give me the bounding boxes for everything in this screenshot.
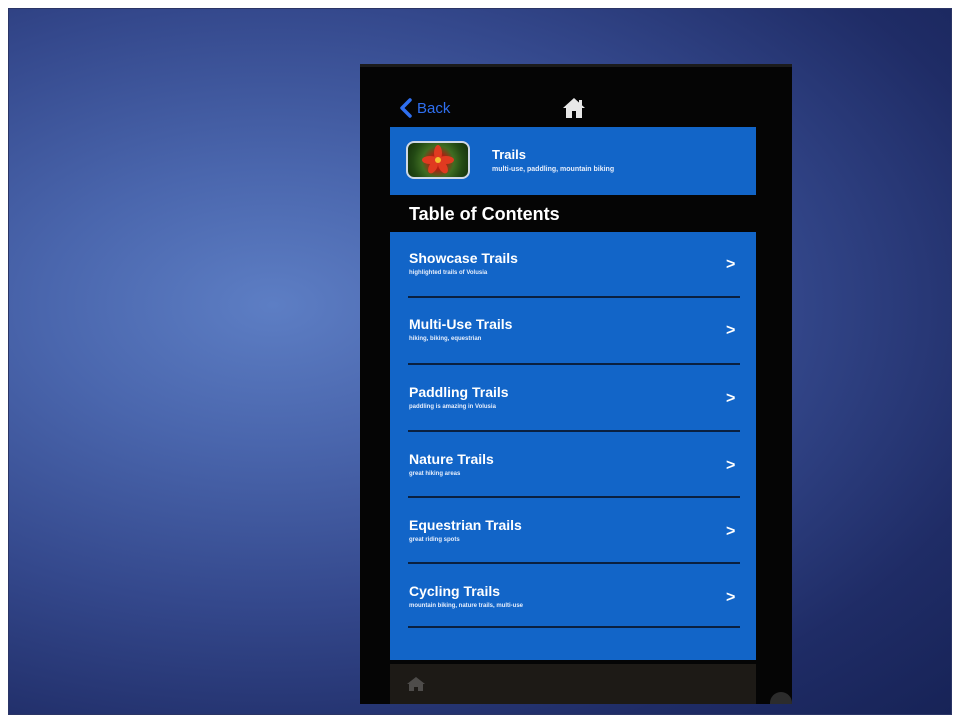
list-item-subtitle: highlighted trails of Volusia: [409, 270, 488, 276]
list-item-equestrian-trails[interactable]: Equestrian Trails great riding spots >: [390, 501, 756, 565]
divider: [408, 562, 740, 564]
divider: [408, 296, 740, 298]
list-item-subtitle: great hiking areas: [409, 471, 461, 477]
table-of-contents-heading: Table of Contents: [409, 204, 560, 224]
section-title: Trails: [492, 147, 526, 162]
divider: [408, 430, 740, 432]
chevron-right-icon: >: [726, 256, 736, 273]
chevron-right-icon: >: [726, 322, 736, 339]
phone-screen: Back Trails multi-use, paddling, mountai…: [360, 64, 792, 704]
chevron-left-icon: [400, 98, 412, 118]
section-subtitle: multi-use, paddling, mountain biking: [492, 166, 615, 173]
list-item-cycling-trails[interactable]: Cycling Trails mountain biking, nature t…: [390, 567, 756, 631]
status-bar: [360, 64, 792, 67]
back-button[interactable]: Back: [398, 94, 450, 122]
corner-button[interactable]: [770, 692, 792, 704]
chevron-right-icon: >: [726, 457, 736, 474]
list-item-multi-use-trails[interactable]: Multi-Use Trails hiking, biking, equestr…: [390, 300, 756, 364]
back-label: Back: [417, 99, 451, 117]
list-item-subtitle: hiking, biking, equestrian: [409, 336, 482, 342]
list-item-title: Nature Trails: [409, 451, 494, 467]
home-icon[interactable]: [406, 676, 426, 692]
divider: [408, 626, 740, 628]
bottom-toolbar: [390, 664, 756, 704]
chevron-right-icon: >: [726, 390, 736, 407]
list-item-subtitle: paddling is amazing in Volusia: [409, 404, 496, 410]
home-icon[interactable]: [562, 97, 586, 119]
flower-image: [406, 141, 470, 179]
list-item-paddling-trails[interactable]: Paddling Trails paddling is amazing in V…: [390, 368, 756, 432]
divider: [408, 496, 740, 498]
chevron-right-icon: >: [726, 523, 736, 540]
list-item-nature-trails[interactable]: Nature Trails great hiking areas >: [390, 435, 756, 499]
section-header: Trails multi-use, paddling, mountain bik…: [390, 127, 756, 195]
divider: [408, 363, 740, 365]
navigation-bar: Back: [360, 88, 792, 128]
list-item-title: Showcase Trails: [409, 250, 518, 266]
list-item-showcase-trails[interactable]: Showcase Trails highlighted trails of Vo…: [390, 234, 756, 298]
list-item-subtitle: great riding spots: [409, 537, 460, 543]
trails-list: Showcase Trails highlighted trails of Vo…: [390, 232, 756, 660]
list-item-title: Multi-Use Trails: [409, 316, 513, 332]
list-item-subtitle: mountain biking, nature trails, multi-us…: [409, 603, 524, 609]
chevron-right-icon: >: [726, 589, 736, 606]
list-item-title: Cycling Trails: [409, 583, 501, 599]
list-item-title: Equestrian Trails: [409, 517, 522, 533]
presentation-slide: Back Trails multi-use, paddling, mountai…: [8, 8, 952, 715]
list-item-title: Paddling Trails: [409, 384, 509, 400]
